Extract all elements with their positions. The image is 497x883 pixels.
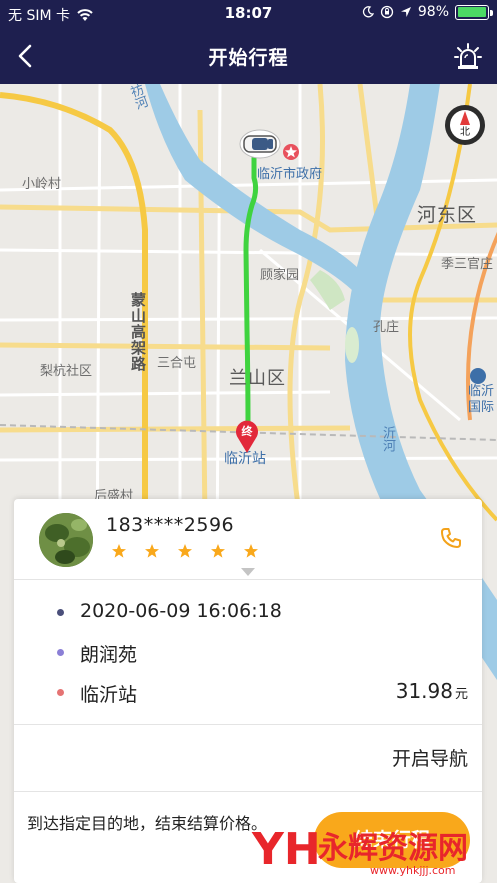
star-icon <box>178 544 192 558</box>
watermark-name: 永辉资源网 <box>318 831 468 866</box>
map-label-mengshan-road: 蒙山高架路 <box>129 292 147 372</box>
orientation-lock-icon <box>380 5 394 19</box>
departure-time: 2020-06-09 16:06:18 <box>80 600 282 622</box>
map-label-linyi-intl-line1: 临沂 <box>468 384 495 399</box>
star-icon <box>244 544 258 558</box>
rating-stars <box>111 543 259 559</box>
time-dot <box>57 609 64 616</box>
driver-phone: 183****2596 <box>106 514 235 536</box>
battery-icon <box>455 4 493 20</box>
siren-alarm-icon[interactable] <box>453 40 483 72</box>
map-label-yihe: 沂河 <box>380 426 395 452</box>
compass-icon[interactable]: 北 <box>444 104 486 146</box>
map-label-linyi-intl-line2: 国际 <box>468 400 495 415</box>
trip-start-row: 朗润苑 <box>14 633 482 671</box>
start-navigation-button[interactable]: 开启导航 <box>392 744 468 771</box>
star-icon <box>112 544 126 558</box>
map-label-jisanguan: 季三官庄 <box>441 257 494 272</box>
star-icon <box>145 544 159 558</box>
divider <box>14 791 482 792</box>
status-right: 98% <box>362 4 493 20</box>
phone-icon[interactable] <box>440 527 462 549</box>
divider <box>14 724 482 725</box>
status-bar: 无 SIM 卡 18:07 98% <box>0 0 497 28</box>
start-dot <box>57 649 64 656</box>
map-label-kongzhuang: 孔庄 <box>373 320 400 335</box>
divider <box>14 579 482 580</box>
watermark-url: www.yhkjjj.com <box>370 864 456 876</box>
map-label-gujiayuan: 顾家园 <box>260 268 300 283</box>
trip-end-row: 临沂站 31.98 元 <box>14 673 482 711</box>
map-label-hedong: 河东区 <box>417 204 478 226</box>
compass-label: 北 <box>460 126 470 138</box>
battery-percent: 98% <box>417 4 449 20</box>
location-arrow-icon <box>400 7 411 17</box>
destination-pin-icon: 终 <box>236 420 258 453</box>
chevron-down-icon[interactable] <box>241 568 255 576</box>
driver-row: 183****2596 <box>14 499 482 579</box>
avatar[interactable] <box>39 513 93 567</box>
map-label-gov: 临沂市政府 <box>257 167 323 182</box>
end-dot <box>57 689 64 696</box>
map-label-lanshan: 兰山区 <box>229 368 286 389</box>
map-label-lihangcun: 梨杭社区 <box>40 364 93 379</box>
start-location: 朗润苑 <box>80 644 138 666</box>
destination-location: 临沂站 <box>80 684 138 706</box>
moon-icon <box>362 6 374 18</box>
destination-pin-label: 终 <box>242 424 254 438</box>
battery-fill <box>457 7 486 17</box>
car-marker-icon <box>239 129 281 159</box>
page-title: 开始行程 <box>208 47 289 69</box>
map-label-xiaoling: 小岭村 <box>22 177 62 192</box>
watermark-logo: YH 永辉资源网 www.yhkjjj.com <box>251 824 468 876</box>
watermark-logo-text: YH <box>251 824 321 875</box>
nav-bar: 开始行程 <box>0 28 497 84</box>
trip-time-row: 2020-06-09 16:06:18 <box>14 593 482 631</box>
fare-unit: 元 <box>454 687 468 702</box>
fare: 31.98 元 <box>396 679 468 703</box>
map-label-sanhetun: 三合屯 <box>157 356 197 371</box>
fare-amount: 31.98 <box>395 679 453 703</box>
star-icon <box>211 544 225 558</box>
map-label-linyi-intl: 临沂 国际 <box>468 384 494 416</box>
avatar-image <box>39 513 93 567</box>
